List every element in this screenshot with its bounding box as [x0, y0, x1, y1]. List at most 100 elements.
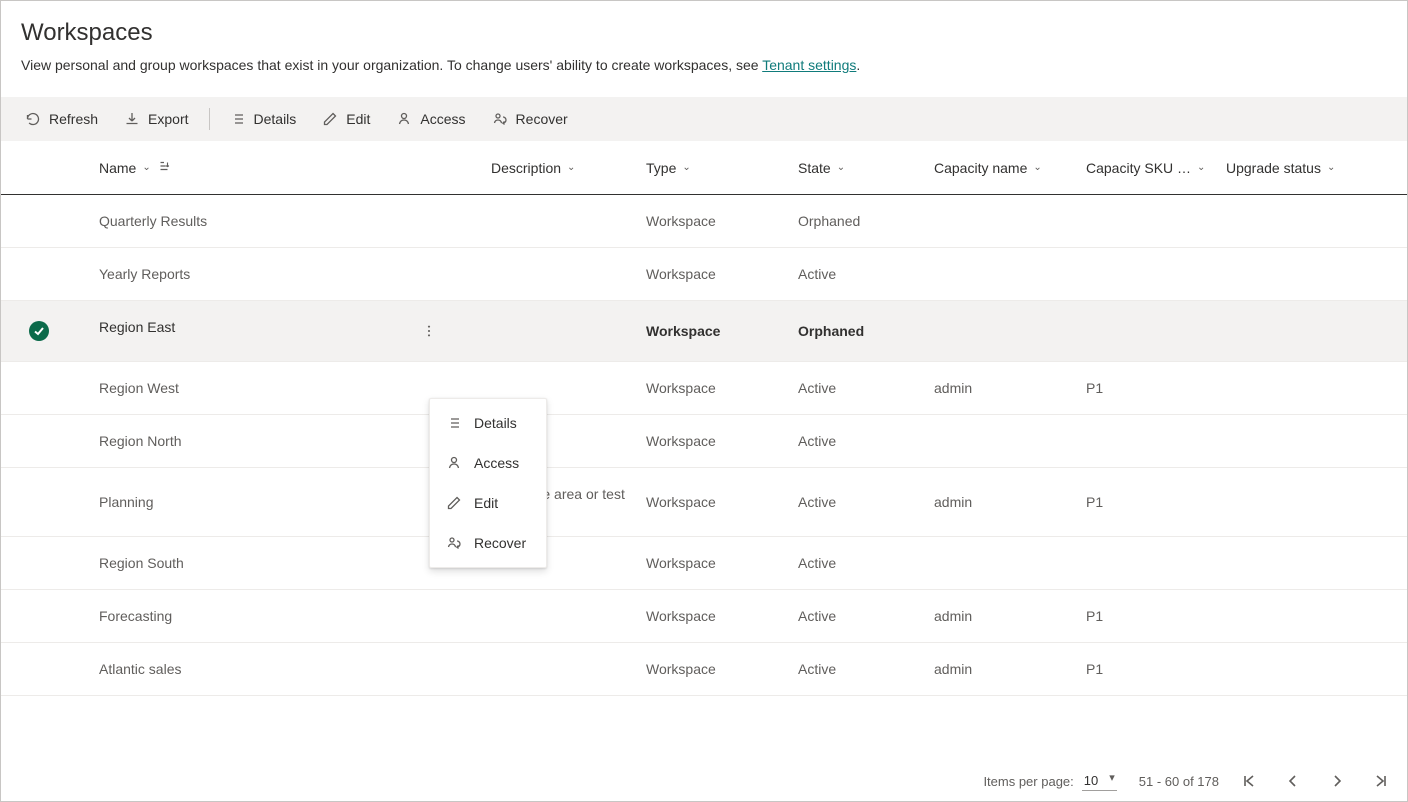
edit-button[interactable]: Edit [312, 105, 380, 133]
workspaces-table: Name ⌄ Description ⌄ Type [1, 141, 1407, 696]
chevron-down-icon: ⌄ [837, 162, 845, 173]
column-header-state[interactable]: State ⌄ [798, 160, 914, 176]
menu-access[interactable]: Access [430, 443, 546, 483]
row-state: Active [788, 248, 924, 301]
recover-icon [446, 535, 462, 551]
table-row[interactable]: Atlantic salesWorkspaceActiveadminP1 [1, 643, 1407, 696]
menu-details[interactable]: Details [430, 403, 546, 443]
pager-prev-button[interactable] [1285, 773, 1301, 789]
column-header-upgrade-status[interactable]: Upgrade status ⌄ [1226, 160, 1397, 176]
page-title: Workspaces [21, 19, 1387, 47]
row-upgrade-status [1216, 195, 1407, 248]
table-row[interactable]: Quarterly Results WorkspaceOrphaned [1, 195, 1407, 248]
menu-edit[interactable]: Edit [430, 483, 546, 523]
row-capacity-name [924, 195, 1076, 248]
pager-next-button[interactable] [1329, 773, 1345, 789]
menu-access-label: Access [474, 455, 519, 471]
row-description [481, 301, 636, 362]
menu-recover[interactable]: Recover [430, 523, 546, 563]
recover-label: Recover [516, 111, 568, 127]
menu-details-label: Details [474, 415, 517, 431]
row-capacity-name [924, 248, 1076, 301]
pager-last-button[interactable] [1373, 773, 1389, 789]
row-upgrade-status [1216, 301, 1407, 362]
subtitle-suffix: . [856, 57, 860, 73]
row-name: Region East [99, 319, 175, 335]
person-icon [446, 455, 462, 471]
table-row[interactable]: Region WestWorkspaceActiveadminP1 [1, 362, 1407, 415]
row-type: Workspace [636, 248, 788, 301]
access-button[interactable]: Access [386, 105, 475, 133]
row-name: Quarterly Results [99, 213, 207, 229]
checkmark-icon[interactable] [29, 321, 49, 341]
column-state-label: State [798, 160, 831, 176]
column-header-description[interactable]: Description ⌄ [491, 160, 626, 176]
details-button[interactable]: Details [220, 105, 307, 133]
table-row[interactable]: Yearly ReportsWorkspaceActive [1, 248, 1407, 301]
row-name: Region South [99, 555, 184, 571]
row-capacity-name: admin [924, 362, 1076, 415]
column-header-capacity-sku[interactable]: Capacity SKU … ⌄ [1086, 160, 1206, 176]
table-row[interactable]: ForecastingWorkspaceActiveadminP1 [1, 590, 1407, 643]
sort-icon [157, 159, 171, 176]
row-upgrade-status [1216, 590, 1407, 643]
row-upgrade-status [1216, 468, 1407, 537]
row-type: Workspace [636, 301, 788, 362]
row-name: Forecasting [99, 608, 172, 624]
row-context-menu: Details Access Edit Recover [429, 398, 547, 568]
row-description [481, 195, 636, 248]
page-subtitle: View personal and group workspaces that … [21, 57, 1387, 73]
row-description [481, 590, 636, 643]
row-state: Active [788, 468, 924, 537]
row-name: Region West [99, 380, 179, 396]
row-type: Workspace [636, 468, 788, 537]
row-capacity-name: admin [924, 643, 1076, 696]
column-header-type[interactable]: Type ⌄ [646, 160, 778, 176]
row-capacity-name: admin [924, 590, 1076, 643]
pager-first-button[interactable] [1241, 773, 1257, 789]
column-description-label: Description [491, 160, 561, 176]
column-header-name[interactable]: Name ⌄ [99, 159, 471, 176]
row-type: Workspace [636, 643, 788, 696]
row-capacity-sku [1076, 195, 1216, 248]
row-type: Workspace [636, 195, 788, 248]
list-icon [446, 415, 462, 431]
table-row[interactable]: Region EastWorkspaceOrphaned [1, 301, 1407, 362]
row-type: Workspace [636, 537, 788, 590]
row-name: Atlantic sales [99, 661, 181, 677]
row-state: Active [788, 362, 924, 415]
row-upgrade-status [1216, 362, 1407, 415]
row-name: Region North [99, 433, 182, 449]
chevron-down-icon: ⌄ [682, 162, 690, 173]
refresh-button[interactable]: Refresh [15, 105, 108, 133]
export-button[interactable]: Export [114, 105, 198, 133]
toolbar: Refresh Export Details Edit Access [1, 97, 1407, 141]
access-label: Access [420, 111, 465, 127]
row-description [481, 248, 636, 301]
refresh-icon [25, 111, 41, 127]
table-row[interactable]: Region SouthWorkspaceActive [1, 537, 1407, 590]
column-name-label: Name [99, 160, 136, 176]
chevron-down-icon: ⌄ [1033, 162, 1041, 173]
row-state: Active [788, 415, 924, 468]
download-icon [124, 111, 140, 127]
row-name: Planning [99, 494, 154, 510]
items-per-page-label: Items per page: [983, 774, 1073, 789]
row-capacity-sku: P1 [1076, 362, 1216, 415]
row-capacity-sku [1076, 415, 1216, 468]
row-state: Orphaned [788, 195, 924, 248]
column-type-label: Type [646, 160, 676, 176]
column-header-capacity-name[interactable]: Capacity name ⌄ [934, 160, 1066, 176]
more-options-button[interactable] [417, 319, 441, 343]
chevron-down-icon: ⌄ [1197, 162, 1205, 173]
items-per-page-select[interactable]: 10 [1082, 771, 1117, 791]
column-capacity-name-label: Capacity name [934, 160, 1027, 176]
tenant-settings-link[interactable]: Tenant settings [762, 57, 856, 73]
table-row[interactable]: Region NorthWorkspaceActive [1, 415, 1407, 468]
chevron-down-icon: ⌄ [142, 162, 150, 173]
row-capacity-name: admin [924, 468, 1076, 537]
row-capacity-name [924, 301, 1076, 362]
table-row[interactable]: PlanningorkSpace area or test in BBTWork… [1, 468, 1407, 537]
pager-range: 51 - 60 of 178 [1139, 774, 1219, 789]
recover-button[interactable]: Recover [482, 105, 578, 133]
